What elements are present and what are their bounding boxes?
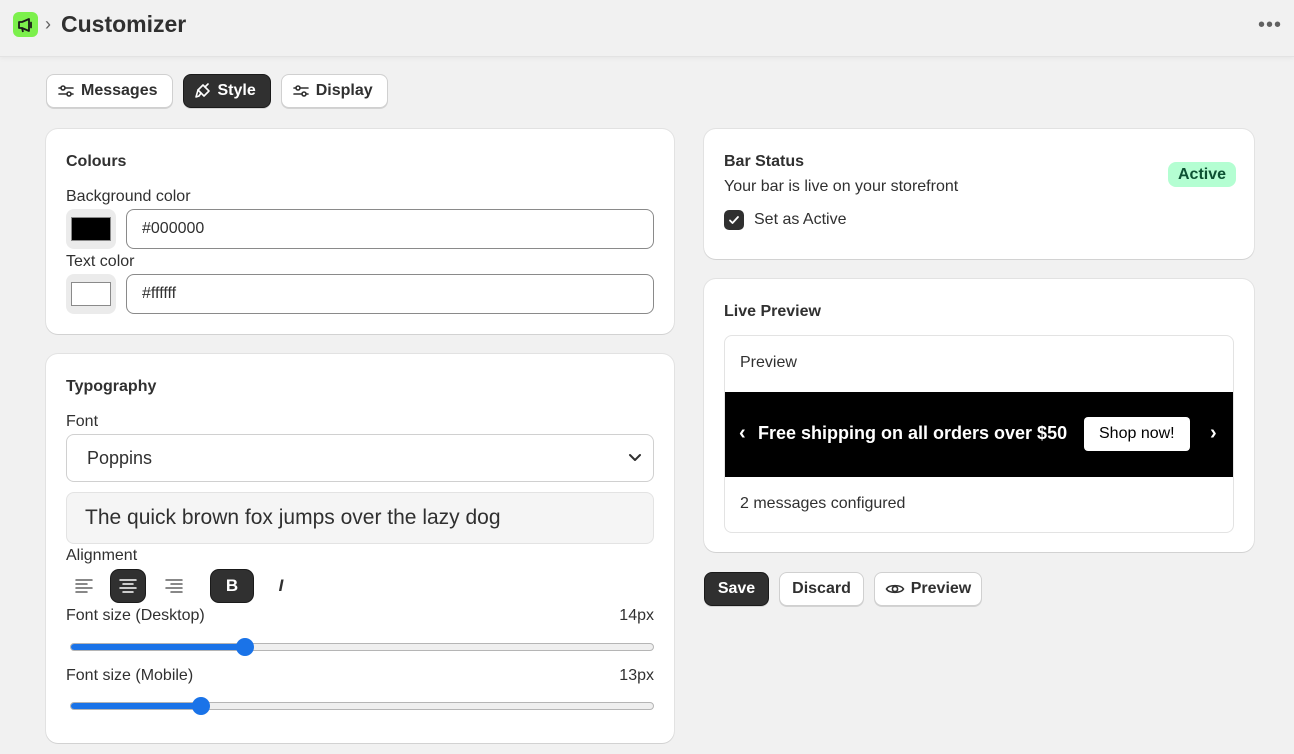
eye-icon [885,584,905,594]
italic-button[interactable]: I [260,570,302,602]
page-title: Customizer [61,11,187,37]
colours-title: Colours [66,153,127,170]
background-color-preview [71,217,111,241]
chevron-down-icon [629,454,641,461]
checkmark-icon [729,216,739,224]
bold-button[interactable]: B [211,570,253,602]
tab-messages[interactable]: Messages [46,74,173,108]
preview-container: Preview ‹ Free shipping on all orders ov… [724,335,1234,533]
font-select-value: Poppins [87,447,153,468]
announcement-message: Free shipping on all orders over $50 [758,423,1068,443]
more-options-icon[interactable]: ••• [1258,14,1282,37]
bold-label: B [225,576,239,595]
font-label: Font [66,413,99,430]
background-color-swatch[interactable] [66,209,116,249]
tab-style[interactable]: Style [182,74,271,108]
discard-button[interactable]: Discard [779,572,864,606]
live-preview-card: Live Preview Preview ‹ Free shipping on … [704,279,1254,552]
typography-title: Typography [66,378,157,395]
colours-card: Colours Background color #000000 Text co… [46,129,674,334]
bar-status-title: Bar Status [724,153,805,170]
text-color-value: #ffffff [142,285,177,302]
font-size-desktop-label: Font size (Desktop) [66,607,205,624]
megaphone-icon-glyph [17,17,32,32]
slider-track [70,702,654,710]
slider-fill [71,703,202,709]
font-select[interactable]: Poppins [66,434,654,482]
preview-button[interactable]: Preview [874,572,982,606]
slider-fill [71,644,246,650]
sliders-icon [292,85,309,97]
align-left-button[interactable] [67,570,101,602]
save-label: Save [717,580,756,597]
shop-now-button[interactable]: Shop now! [1084,417,1190,451]
italic-label: I [278,576,284,595]
align-center-icon [119,579,137,593]
slider-thumb[interactable] [236,638,255,656]
save-button[interactable]: Save [704,572,769,606]
align-right-icon [165,579,183,593]
announcement-bar-preview: ‹ Free shipping on all orders over $50 S… [725,392,1233,477]
paint-brush-icon [194,83,210,98]
sliders-icon [58,85,74,97]
align-right-button[interactable] [157,570,191,602]
font-sample-text: The quick brown fox jumps over the lazy … [85,506,501,529]
font-size-desktop-slider[interactable] [70,637,654,657]
tab-display[interactable]: Display [280,74,388,108]
background-color-label: Background color [66,188,191,205]
next-arrow-icon[interactable]: › [1210,422,1217,445]
font-size-mobile-value: 13px [619,667,654,684]
font-size-mobile-slider[interactable] [70,696,654,716]
font-sample-preview: The quick brown fox jumps over the lazy … [66,492,654,544]
previous-arrow-icon[interactable]: ‹ [739,422,746,445]
slider-track [70,643,654,651]
top-bar: › Customizer ••• [0,0,1294,57]
text-color-input[interactable]: #ffffff [126,274,654,314]
set-active-checkbox[interactable] [724,210,744,230]
tab-style-label: Style [217,82,256,99]
preview-label: Preview [740,354,797,371]
align-left-icon [75,579,93,593]
slider-thumb[interactable] [192,697,211,715]
live-preview-title: Live Preview [724,303,821,320]
bar-status-card: Bar Status Your bar is live on your stor… [704,129,1254,259]
status-badge: Active [1168,162,1237,187]
typography-card: Typography Font Poppins The quick brown … [46,354,674,743]
tab-display-label: Display [315,82,373,99]
preview-label: Preview [910,580,972,597]
text-color-preview [71,282,111,306]
megaphone-icon[interactable] [13,12,38,37]
align-center-button[interactable] [111,570,145,602]
set-active-label[interactable]: Set as Active [754,211,847,229]
bar-status-description: Your bar is live on your storefront [724,178,959,195]
alignment-label: Alignment [66,547,138,564]
font-size-desktop-value: 14px [619,607,654,624]
background-color-value: #000000 [142,220,205,237]
font-size-mobile-label: Font size (Mobile) [66,667,194,684]
text-color-swatch[interactable] [66,274,116,314]
messages-count: 2 messages configured [740,495,906,512]
text-color-label: Text color [66,253,135,270]
tab-messages-label: Messages [81,82,158,99]
background-color-input[interactable]: #000000 [126,209,654,249]
breadcrumb-chevron-icon: › [45,14,51,34]
discard-label: Discard [792,580,851,597]
tab-bar: Messages Style Display [46,74,388,108]
